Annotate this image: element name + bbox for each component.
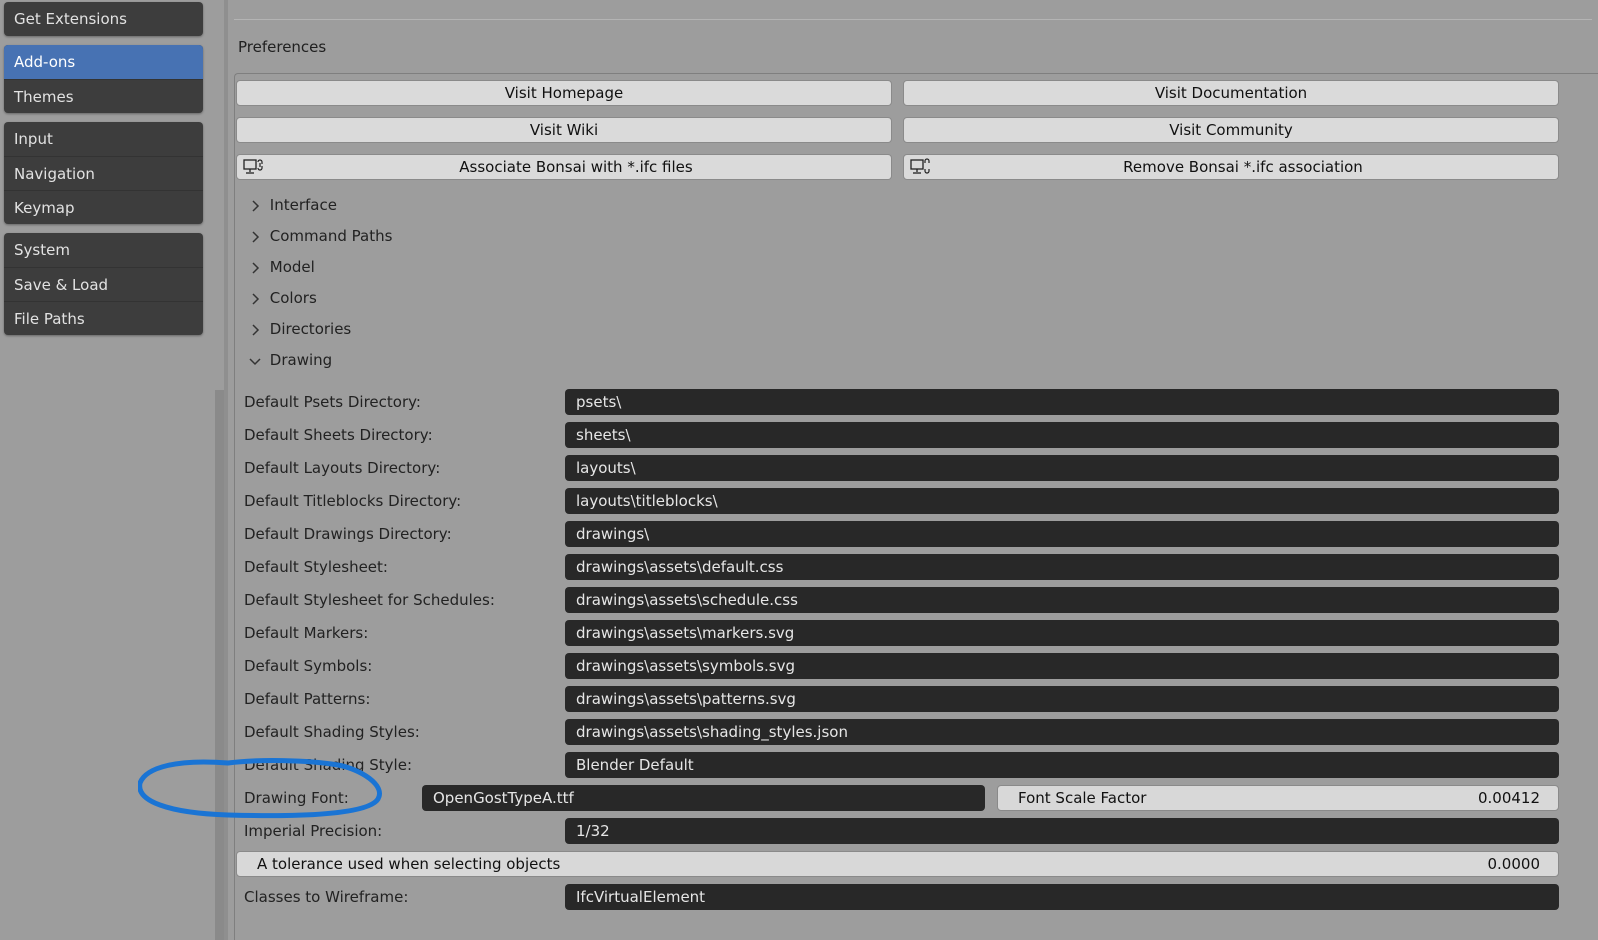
font-scale-factor-field[interactable]: Font Scale Factor 0.00412: [997, 785, 1559, 811]
shading-style-field[interactable]: Blender Default: [565, 752, 1559, 778]
sidebar-scroll-shadow: [215, 390, 224, 940]
sidebar-item-save-load[interactable]: Save & Load: [4, 267, 203, 301]
font-scale-factor-label: Font Scale Factor: [1018, 789, 1147, 807]
sidebar-item-navigation[interactable]: Navigation: [4, 156, 203, 190]
chevron-right-icon: [245, 315, 265, 343]
drawings-directory-field[interactable]: drawings\: [565, 521, 1559, 547]
markers-label: Default Markers:: [244, 624, 369, 642]
associate-ifc-button[interactable]: Associate Bonsai with *.ifc files: [236, 154, 892, 180]
layouts-directory-label: Default Layouts Directory:: [244, 459, 441, 477]
section-label: Command Paths: [269, 227, 393, 245]
chevron-right-icon: [245, 253, 265, 281]
section-model[interactable]: Model: [245, 253, 315, 281]
section-directories[interactable]: Directories: [245, 315, 351, 343]
sidebar-group-system: System Save & Load File Paths: [4, 233, 203, 335]
section-interface[interactable]: Interface: [245, 191, 337, 219]
section-label: Drawing: [269, 351, 333, 369]
section-label: Colors: [269, 289, 317, 307]
classes-to-wireframe-label: Classes to Wireframe:: [244, 888, 409, 906]
font-scale-factor-value: 0.00412: [1477, 789, 1540, 807]
schedule-stylesheet-field[interactable]: drawings\assets\schedule.css: [565, 587, 1559, 613]
tolerance-value: 0.0000: [1487, 855, 1541, 873]
titleblocks-directory-field[interactable]: layouts\titleblocks\: [565, 488, 1559, 514]
tolerance-field[interactable]: A tolerance used when selecting objects …: [236, 851, 1559, 877]
visit-documentation-button[interactable]: Visit Documentation: [903, 80, 1559, 106]
section-command-paths[interactable]: Command Paths: [245, 222, 392, 250]
section-drawing[interactable]: Drawing: [245, 346, 332, 374]
chevron-right-icon: [245, 284, 265, 312]
remove-ifc-association-label: Remove Bonsai *.ifc association: [1123, 158, 1363, 176]
shading-style-label: Default Shading Style:: [244, 756, 413, 774]
chevron-down-icon: [245, 346, 265, 374]
sidebar-group-input: Input Navigation Keymap: [4, 122, 203, 224]
patterns-label: Default Patterns:: [244, 690, 371, 708]
sidebar-item-system[interactable]: System: [4, 233, 203, 267]
shading-styles-label: Default Shading Styles:: [244, 723, 420, 741]
symbols-label: Default Symbols:: [244, 657, 373, 675]
sidebar-item-themes[interactable]: Themes: [4, 79, 203, 113]
preferences-main: Preferences Visit Homepage Visit Documen…: [228, 0, 1598, 940]
monitor-link-icon: [243, 158, 263, 176]
stylesheet-field[interactable]: drawings\assets\default.css: [565, 554, 1559, 580]
remove-ifc-association-button[interactable]: Remove Bonsai *.ifc association: [903, 154, 1559, 180]
visit-wiki-button[interactable]: Visit Wiki: [236, 117, 892, 143]
section-label: Model: [269, 258, 315, 276]
patterns-field[interactable]: drawings\assets\patterns.svg: [565, 686, 1559, 712]
sidebar-item-get-extensions[interactable]: Get Extensions: [4, 2, 203, 36]
separator-line: [234, 19, 1592, 20]
sidebar-group-addons: Add-ons Themes: [4, 45, 203, 113]
psets-directory-label: Default Psets Directory:: [244, 393, 421, 411]
tolerance-label: A tolerance used when selecting objects: [257, 855, 561, 873]
symbols-field[interactable]: drawings\assets\symbols.svg: [565, 653, 1559, 679]
sidebar-item-file-paths[interactable]: File Paths: [4, 301, 203, 335]
psets-directory-field[interactable]: psets\: [565, 389, 1559, 415]
sidebar-item-input[interactable]: Input: [4, 122, 203, 156]
imperial-precision-field[interactable]: 1/32: [565, 818, 1559, 844]
shading-styles-field[interactable]: drawings\assets\shading_styles.json: [565, 719, 1559, 745]
drawing-font-field[interactable]: OpenGostTypeA.ttf: [422, 785, 985, 811]
preferences-label: Preferences: [238, 38, 327, 56]
layouts-directory-field[interactable]: layouts\: [565, 455, 1559, 481]
schedule-stylesheet-label: Default Stylesheet for Schedules:: [244, 591, 495, 609]
section-label: Directories: [269, 320, 352, 338]
sheets-directory-label: Default Sheets Directory:: [244, 426, 433, 444]
chevron-right-icon: [245, 191, 265, 219]
preferences-sidebar: Get Extensions Add-ons Themes Input Navi…: [0, 0, 224, 940]
drawings-directory-label: Default Drawings Directory:: [244, 525, 452, 543]
addon-preferences-panel: Visit Homepage Visit Documentation Visit…: [234, 73, 1598, 940]
titleblocks-directory-label: Default Titleblocks Directory:: [244, 492, 462, 510]
stylesheet-label: Default Stylesheet:: [244, 558, 388, 576]
associate-ifc-label: Associate Bonsai with *.ifc files: [459, 158, 693, 176]
classes-to-wireframe-field[interactable]: IfcVirtualElement: [565, 884, 1559, 910]
monitor-unlink-icon: [910, 158, 930, 176]
drawing-font-label: Drawing Font:: [244, 789, 349, 807]
section-label: Interface: [269, 196, 337, 214]
sidebar-item-add-ons[interactable]: Add-ons: [4, 45, 203, 79]
imperial-precision-label: Imperial Precision:: [244, 822, 383, 840]
markers-field[interactable]: drawings\assets\markers.svg: [565, 620, 1559, 646]
sidebar-item-keymap[interactable]: Keymap: [4, 190, 203, 224]
section-colors[interactable]: Colors: [245, 284, 317, 312]
chevron-right-icon: [245, 222, 265, 250]
sidebar-group-extensions: Get Extensions: [4, 2, 203, 36]
visit-homepage-button[interactable]: Visit Homepage: [236, 80, 892, 106]
sheets-directory-field[interactable]: sheets\: [565, 422, 1559, 448]
visit-community-button[interactable]: Visit Community: [903, 117, 1559, 143]
